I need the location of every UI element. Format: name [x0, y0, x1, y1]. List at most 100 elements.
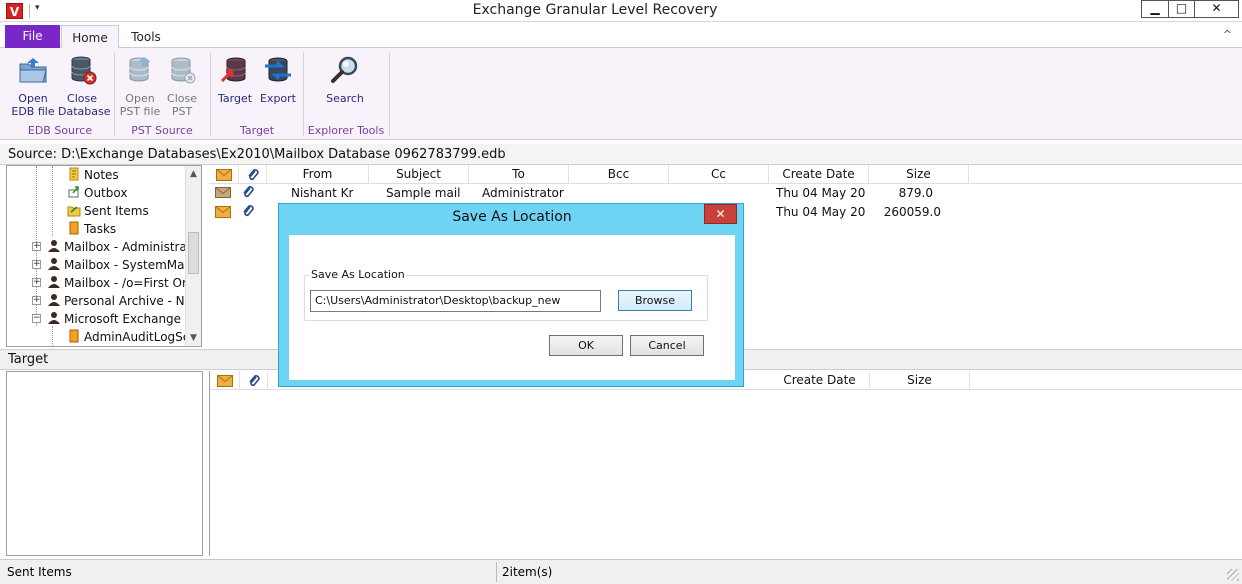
cell-bcc [575, 184, 665, 203]
close-pst-icon [171, 57, 196, 84]
export-button[interactable]: Export [256, 54, 300, 105]
search-icon [331, 56, 358, 83]
target-col-create-date[interactable]: Create Date [770, 371, 870, 390]
tree-scrollbar[interactable]: ▲ ▼ [185, 166, 201, 346]
target-label: Target [8, 352, 49, 367]
tree-item-label: Mailbox - SystemMaill [64, 258, 195, 272]
cell-create-date: Thu 04 May 20... [776, 205, 866, 219]
browse-button[interactable]: Browse [618, 290, 692, 311]
window-title: Exchange Granular Level Recovery [472, 2, 718, 18]
tree-item-label: Sent Items [84, 204, 149, 218]
title-bar: V ▾ Exchange Granular Level Recovery ▁ □… [0, 0, 1242, 22]
col-attachment[interactable] [239, 165, 267, 184]
target-col-size[interactable]: Size [870, 371, 970, 390]
col-size[interactable]: Size [869, 165, 969, 184]
open-pst-icon [129, 57, 151, 82]
user-icon [48, 294, 60, 306]
save-location-group-label: Save As Location [310, 268, 406, 281]
tree-item-label: Tasks [84, 222, 117, 236]
paperclip-icon [248, 375, 260, 387]
tree-item-mailbox-administrator[interactable]: Mailbox - Administrat [47, 238, 192, 256]
explorer-tools-group-label: Explorer Tools [307, 124, 385, 137]
tree-item-label: Mailbox - /o=First Org [64, 276, 195, 290]
cancel-button[interactable]: Cancel [630, 335, 704, 356]
tree-guide-line [52, 326, 53, 346]
tab-file[interactable]: File [5, 25, 60, 48]
folder-tree: Notes Outbox Sent Items Tasks + Mailbox … [6, 165, 202, 347]
tree-item-label: Outbox [84, 186, 128, 200]
close-database-icon [71, 56, 97, 85]
maximize-icon: □ [1175, 1, 1188, 15]
col-to[interactable]: To [469, 165, 569, 184]
search-button[interactable]: Search [322, 54, 368, 105]
table-row[interactable]: Nishant Kr Sample mail Administrator Thu… [209, 184, 1242, 203]
tree-item-label: Notes [84, 168, 119, 182]
tree-collapse-icon[interactable]: − [32, 314, 41, 323]
minimize-button[interactable]: ▁ [1141, 0, 1169, 18]
tree-item-microsoft-exchange[interactable]: Microsoft Exchange [47, 310, 181, 328]
user-icon [48, 258, 60, 270]
col-subject[interactable]: Subject [369, 165, 469, 184]
col-from[interactable]: From [267, 165, 369, 184]
resize-grip-icon[interactable] [1227, 569, 1239, 581]
close-window-button[interactable]: ✕ [1194, 0, 1239, 18]
ok-button[interactable]: OK [549, 335, 623, 356]
tree-expand-icon[interactable]: + [32, 260, 41, 269]
cell-cc [675, 184, 765, 203]
scroll-thumb[interactable] [188, 232, 199, 274]
tree-item-personal-archive[interactable]: Personal Archive - Nis [47, 292, 194, 310]
tree-expand-icon[interactable]: + [32, 242, 41, 251]
open-pst-button[interactable]: Open PST file [118, 54, 162, 118]
close-database-button[interactable]: Close Database [58, 54, 111, 118]
status-current-folder: Sent Items [7, 565, 72, 579]
envelope-icon [215, 205, 231, 224]
tree-item-notes[interactable]: Notes [67, 166, 119, 184]
cell-to: Administrator [482, 186, 564, 200]
tree-item-mailbox-first-org[interactable]: Mailbox - /o=First Org [47, 274, 194, 292]
close-database-label: Close Database [58, 92, 111, 118]
tree-expand-icon[interactable]: + [32, 278, 41, 287]
target-col-read-status[interactable] [210, 371, 240, 390]
user-icon [48, 276, 60, 288]
tree-item-mailbox-system[interactable]: Mailbox - SystemMaill [47, 256, 194, 274]
grid-header: From Subject To Bcc Cc Create Date Size [209, 165, 1242, 184]
ribbon-tabstrip: File Home Tools ^ [0, 25, 1242, 49]
open-folder-icon [19, 58, 47, 83]
close-pst-label: Close PST [167, 92, 197, 118]
status-bar: Sent Items 2item(s) [0, 559, 1242, 584]
tree-item-admin-audit-log[interactable]: AdminAuditLogSe [67, 328, 190, 346]
tree-expand-icon[interactable]: + [32, 296, 41, 305]
folder-icon [69, 329, 79, 343]
tab-tools[interactable]: Tools [122, 25, 170, 49]
save-as-location-dialog: Save As Location ✕ Save As Location C:\U… [278, 203, 744, 387]
scroll-down-icon[interactable]: ▼ [186, 330, 201, 346]
col-create-date[interactable]: Create Date [769, 165, 869, 184]
envelope-open-icon [215, 185, 231, 204]
dialog-close-button[interactable]: ✕ [704, 204, 737, 224]
cell-subject: Sample mail [386, 186, 461, 200]
target-button[interactable]: Target [214, 54, 256, 105]
tree-item-tasks[interactable]: Tasks [67, 220, 116, 238]
cell-size: 879.0 [898, 186, 933, 200]
ribbon-collapse-icon[interactable]: ^ [1223, 28, 1232, 41]
tasks-icon [69, 221, 79, 235]
target-col-attachment[interactable] [240, 371, 268, 390]
col-read-status[interactable] [209, 165, 239, 184]
tree-item-sent-items[interactable]: Sent Items [67, 202, 149, 220]
close-pst-button[interactable]: Close PST [162, 54, 202, 118]
col-cc[interactable]: Cc [669, 165, 769, 184]
scroll-up-icon[interactable]: ▲ [186, 166, 201, 182]
tree-item-outbox[interactable]: Outbox [67, 184, 127, 202]
maximize-button[interactable]: □ [1168, 0, 1195, 18]
col-bcc[interactable]: Bcc [569, 165, 669, 184]
save-path-input[interactable]: C:\Users\Administrator\Desktop\backup_ne… [310, 290, 601, 312]
source-path-bar: Source: D:\Exchange Databases\Ex2010\Mai… [0, 144, 1242, 165]
tab-home[interactable]: Home [61, 25, 119, 49]
envelope-icon [215, 169, 232, 181]
tree-item-label: Personal Archive - Nis [64, 294, 195, 308]
search-label: Search [326, 92, 364, 105]
dialog-title: Save As Location [452, 209, 572, 225]
open-edb-button[interactable]: Open EDB file [10, 54, 56, 118]
target-tree[interactable] [6, 371, 203, 556]
export-icon [265, 57, 291, 82]
